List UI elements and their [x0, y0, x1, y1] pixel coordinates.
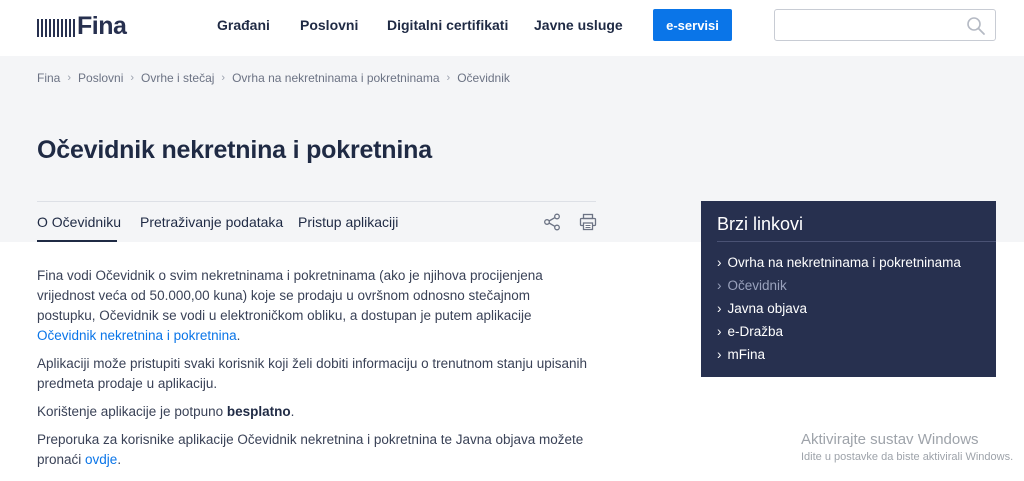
free-bold-text: besplatno: [226, 404, 291, 419]
windows-activation-subtitle: Idite u postavke da biste aktivirali Win…: [801, 451, 1014, 463]
paragraph-free: Korištenje aplikacije je potpuno besplat…: [37, 404, 295, 419]
page-title: Očevidnik nekretnina i pokretnina: [37, 136, 432, 164]
paragraph-intro: Fina vodi Očevidnik o svim nekretninama …: [37, 268, 543, 343]
ocevidnik-app-link[interactable]: Očevidnik nekretnina i pokretnina: [37, 328, 237, 343]
quick-link-ovrha[interactable]: › Ovrha na nekretninama i pokretninama: [717, 253, 961, 276]
search-icon[interactable]: [966, 16, 986, 36]
quick-links-list: › Ovrha na nekretninama i pokretninama › O…: [717, 253, 961, 368]
fina-logo[interactable]: Fina: [37, 12, 127, 40]
nav-item-digitalni-certifikati[interactable]: Digitalni certifikati: [387, 17, 508, 33]
tabs-divider: [37, 201, 596, 202]
quick-links-title: Brzi linkovi: [717, 214, 804, 234]
logo-text: Fina: [77, 12, 127, 40]
quick-links-divider: [717, 241, 996, 242]
breadcrumb: Fina › Poslovni › Ovrhe i stečaj › Ovrha…: [37, 71, 510, 85]
chevron-right-icon: ›: [717, 324, 722, 339]
nav-item-poslovni[interactable]: Poslovni: [300, 17, 358, 33]
windows-activation-title: Aktivirajte sustav Windows: [801, 431, 979, 448]
active-tab-indicator: [37, 240, 117, 242]
chevron-right-icon: ›: [717, 255, 722, 270]
breadcrumb-ovrha-na-nekretninama[interactable]: Ovrha na nekretninama i pokretninama: [232, 71, 439, 85]
breadcrumb-ovrhe-i-stecaj[interactable]: Ovrhe i stečaj: [141, 71, 214, 85]
paragraph-recommendation: Preporuka za korisnike aplikacije Očevid…: [37, 432, 584, 467]
chevron-right-icon: ›: [717, 347, 722, 362]
quick-link-e-drazba[interactable]: › e-Dražba: [717, 322, 961, 345]
chevron-right-icon: ›: [67, 72, 72, 84]
main-content: Fina vodi Očevidnik o svim nekretninama …: [37, 266, 592, 478]
logo-bars-icon: [37, 19, 75, 37]
chevron-right-icon: ›: [717, 278, 722, 293]
ovdje-link[interactable]: ovdje: [85, 452, 117, 467]
e-servisi-button[interactable]: e-servisi: [653, 9, 732, 41]
search-input[interactable]: [783, 11, 968, 39]
chevron-right-icon: ›: [221, 72, 226, 84]
tab-pretrazivanje-podataka[interactable]: Pretraživanje podataka: [140, 214, 283, 230]
print-icon[interactable]: [579, 213, 597, 231]
quick-links-panel: Brzi linkovi › Ovrha na nekretninama i po…: [701, 201, 996, 377]
site-header: Fina Građani Poslovni Digitalni certifik…: [0, 0, 1024, 56]
breadcrumb-fina[interactable]: Fina: [37, 71, 60, 85]
quick-link-javna-objava[interactable]: › Javna objava: [717, 299, 961, 322]
breadcrumb-ocevidnik: Očevidnik: [457, 71, 510, 85]
breadcrumb-poslovni[interactable]: Poslovni: [78, 71, 123, 85]
search-box: [774, 9, 996, 41]
quick-link-ocevidnik[interactable]: › Očevidnik: [717, 276, 961, 299]
chevron-right-icon: ›: [717, 301, 722, 316]
quick-link-mfina[interactable]: › mFina: [717, 345, 961, 368]
nav-item-javne-usluge[interactable]: Javne usluge: [534, 17, 623, 33]
share-icon[interactable]: [543, 213, 561, 231]
paragraph-access: Aplikaciji može pristupiti svaki korisni…: [37, 356, 587, 391]
tab-o-ocevidniku[interactable]: O Očevidniku: [37, 214, 121, 230]
chevron-right-icon: ›: [130, 72, 135, 84]
nav-item-gradani[interactable]: Građani: [217, 17, 270, 33]
chevron-right-icon: ›: [446, 72, 451, 84]
tab-pristup-aplikaciji[interactable]: Pristup aplikaciji: [298, 214, 398, 230]
